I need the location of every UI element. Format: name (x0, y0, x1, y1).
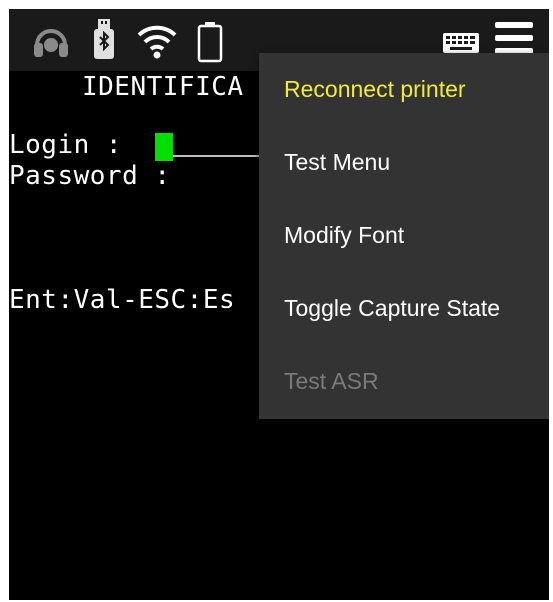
terminal-title: IDENTIFICA (82, 72, 244, 102)
menu-item-modify-font[interactable]: Modify Font (259, 199, 549, 272)
login-label: Login : (9, 130, 123, 160)
menu-item-test-asr: Test ASR (284, 368, 379, 394)
keyboard-icon[interactable] (443, 33, 479, 53)
hamburger-menu-icon[interactable] (495, 21, 533, 55)
headset-icon (34, 29, 68, 57)
battery-icon (197, 22, 223, 63)
menu-item-reconnect-printer[interactable]: Reconnect printer (259, 53, 549, 126)
login-input-cursor[interactable] (155, 133, 173, 161)
wifi-icon (137, 25, 177, 59)
password-label: Password : (9, 161, 171, 191)
menu-item-test-menu[interactable]: Test Menu (259, 126, 549, 199)
device-screen: IDENTIFICA Login : Password : Ent:Val-ES… (9, 9, 549, 600)
usb-icon (94, 19, 114, 59)
menu-item-toggle-capture-state[interactable]: Toggle Capture State (259, 272, 549, 345)
overflow-menu: Reconnect printer Test Menu Modify Font … (259, 53, 549, 419)
keys-hint: Ent:Val-ESC:Es (9, 285, 236, 315)
